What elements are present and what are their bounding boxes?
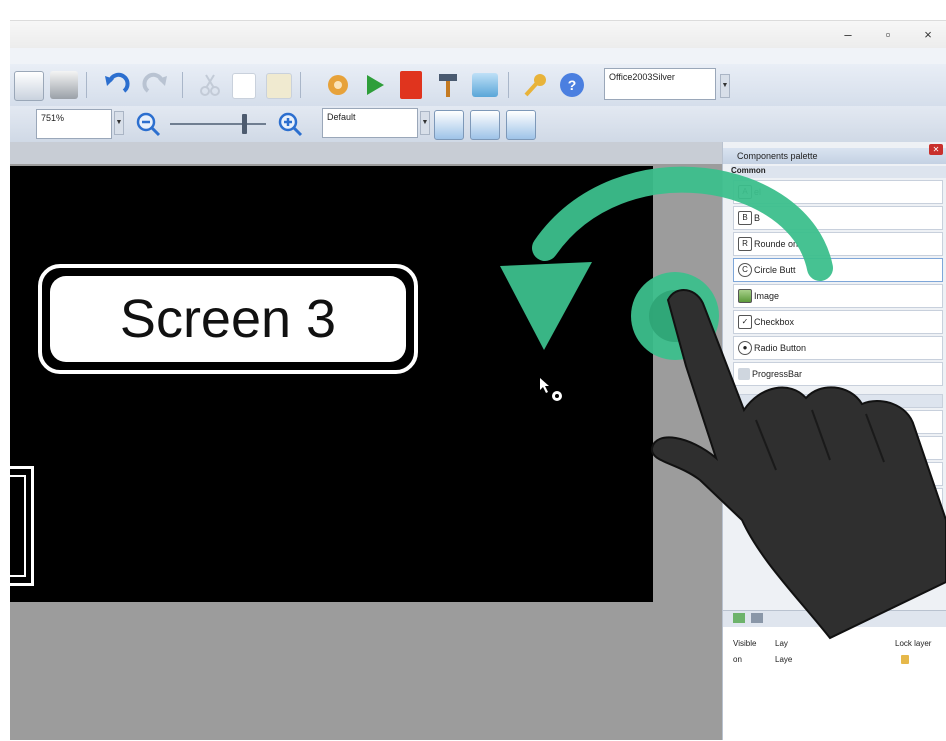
hand-pointer-icon — [650, 289, 946, 640]
tap-gesture-overlay — [631, 272, 946, 640]
